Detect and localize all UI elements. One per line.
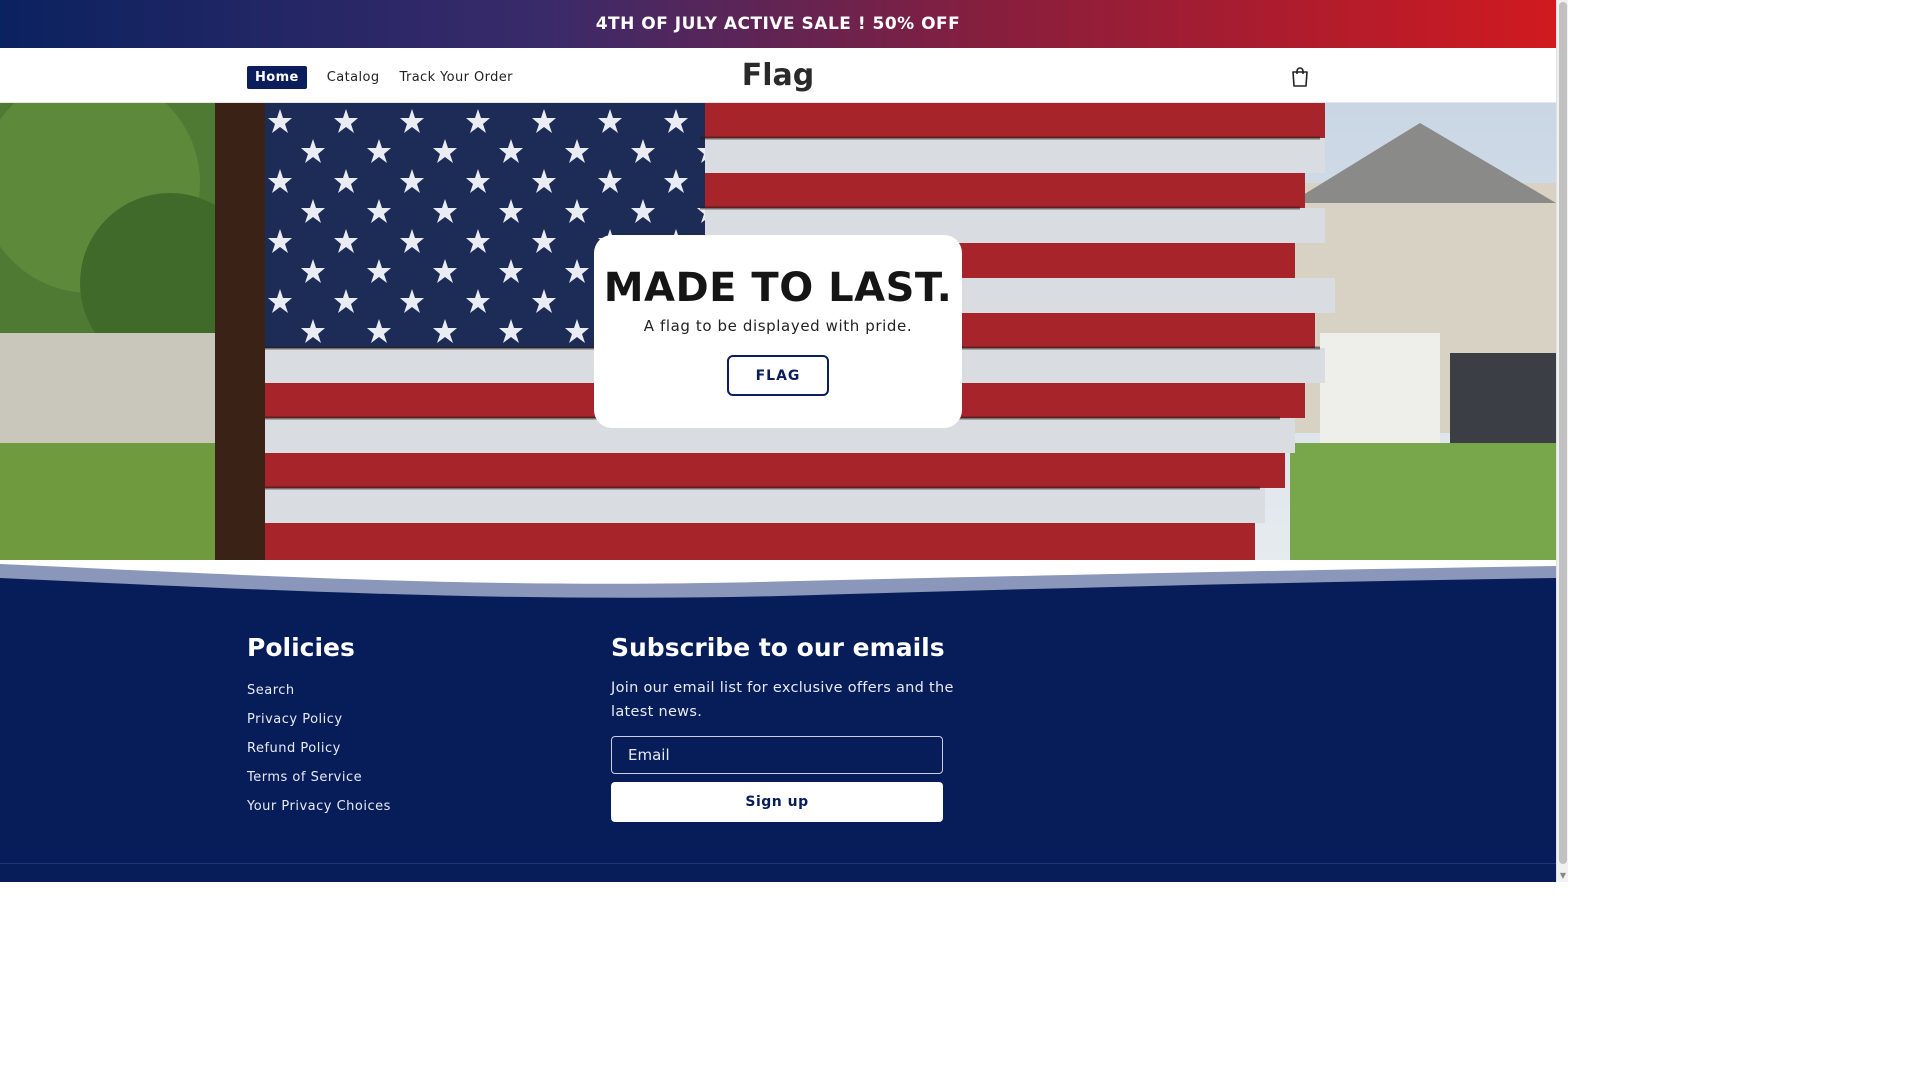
main-nav: Home Catalog Track Your Order <box>247 66 533 89</box>
policy-link-privacy-choices[interactable]: Your Privacy Choices <box>247 799 391 814</box>
hero-subtitle: A flag to be displayed with pride. <box>643 317 913 335</box>
list-item: Search <box>247 679 391 708</box>
policy-link-terms[interactable]: Terms of Service <box>247 770 362 785</box>
flag-button[interactable]: FLAG <box>727 355 829 396</box>
hero-banner: MADE TO LAST. A flag to be displayed wit… <box>0 103 1556 560</box>
list-item: Privacy Policy <box>247 708 391 737</box>
footer-divider <box>0 863 1556 864</box>
policies-heading: Policies <box>247 633 355 662</box>
list-item: Refund Policy <box>247 737 391 766</box>
nav-home-link[interactable]: Home <box>247 66 307 89</box>
nav-track-order-link[interactable]: Track Your Order <box>400 70 513 85</box>
site-footer: Policies Search Privacy Policy Refund Po… <box>0 600 1556 882</box>
page-scrollbar[interactable]: ▲ ▼ <box>1556 0 1568 882</box>
subscribe-heading: Subscribe to our emails <box>611 633 945 662</box>
email-field[interactable] <box>611 736 943 774</box>
list-item: Terms of Service <box>247 766 391 795</box>
scroll-down-arrow-icon[interactable]: ▼ <box>1557 870 1569 882</box>
announcement-bar: 4TH OF JULY ACTIVE SALE ! 50% OFF <box>0 0 1556 48</box>
policy-link-refund[interactable]: Refund Policy <box>247 741 341 756</box>
announcement-text: 4TH OF JULY ACTIVE SALE ! 50% OFF <box>595 14 961 34</box>
hero-title: MADE TO LAST. <box>603 265 953 311</box>
policy-link-privacy[interactable]: Privacy Policy <box>247 712 343 727</box>
policy-links: Search Privacy Policy Refund Policy Term… <box>247 679 391 824</box>
site-header: Home Catalog Track Your Order Flag <box>0 48 1556 103</box>
nav-catalog-link[interactable]: Catalog <box>327 70 380 85</box>
shopping-bag-icon[interactable] <box>1290 66 1310 88</box>
policy-link-search[interactable]: Search <box>247 683 295 698</box>
site-logo[interactable]: Flag <box>738 58 818 93</box>
subscribe-text: Join our email list for exclusive offers… <box>611 680 954 720</box>
scroll-thumb[interactable] <box>1559 2 1567 864</box>
hero-card: MADE TO LAST. A flag to be displayed wit… <box>594 235 962 428</box>
list-item: Your Privacy Choices <box>247 795 391 824</box>
sign-up-button[interactable]: Sign up <box>611 782 943 822</box>
